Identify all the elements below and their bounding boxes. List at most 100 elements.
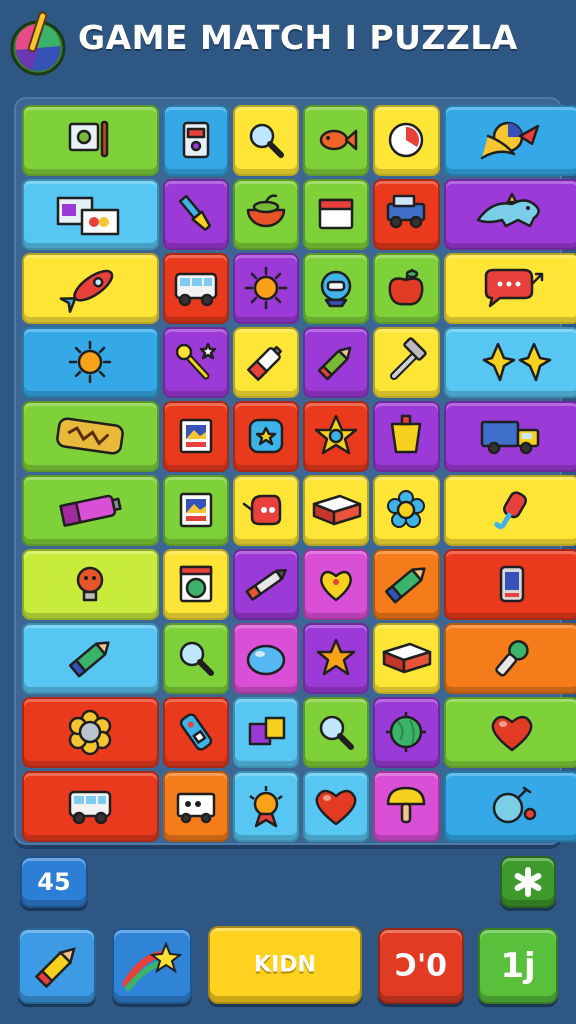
heart-icon: [315, 790, 357, 826]
tile-blue-square[interactable]: [232, 401, 299, 472]
tile-mushroom[interactable]: [373, 771, 440, 842]
score-display: Ɔ'0: [378, 928, 464, 1004]
tile-bus[interactable]: [162, 253, 229, 324]
asterisk-button[interactable]: [500, 856, 556, 908]
tile-star-badge[interactable]: [303, 401, 370, 472]
tile-magnifier[interactable]: [303, 697, 370, 768]
level-label: 1j: [500, 946, 536, 986]
box-icon: [312, 495, 362, 526]
tile-crayon[interactable]: [373, 549, 440, 620]
lightbulb-icon: [77, 567, 104, 602]
tile-popsicle[interactable]: [443, 475, 576, 546]
tile-sign-plate[interactable]: [22, 401, 159, 472]
tile-magnifier[interactable]: [232, 105, 299, 176]
tile-phone[interactable]: [443, 549, 576, 620]
tile-water-drop[interactable]: [232, 623, 299, 694]
kidn-label: KIDN: [254, 952, 316, 978]
flower-gem-icon: [69, 710, 112, 756]
tile-dinosaur[interactable]: [443, 179, 576, 250]
heart-icon: [491, 716, 533, 752]
tile-sun[interactable]: [232, 253, 299, 324]
tile-remote[interactable]: [162, 697, 229, 768]
star-badge-icon: [314, 415, 358, 455]
tile-magnifier[interactable]: [162, 623, 229, 694]
tile-sun-medal[interactable]: [232, 771, 299, 842]
tile-jeep[interactable]: [373, 179, 440, 250]
tile-clock[interactable]: [373, 105, 440, 176]
tile-fish-ball[interactable]: [443, 105, 576, 176]
tile-crayon[interactable]: [22, 623, 159, 694]
globe-icon: [386, 712, 427, 753]
tile-photo-cards[interactable]: [22, 179, 159, 250]
tile-battery-roll[interactable]: [22, 475, 159, 546]
tile-robot-helmet[interactable]: [303, 253, 370, 324]
microphone-icon: [495, 640, 529, 677]
pencil-icon: [34, 947, 76, 989]
tile-cart[interactable]: [162, 771, 229, 842]
magnifier-icon: [319, 716, 355, 751]
pencil-button[interactable]: [18, 928, 96, 1004]
sun-icon: [69, 341, 112, 384]
cart-icon: [176, 793, 215, 824]
tile-hammer[interactable]: [373, 327, 440, 398]
water-drop-icon: [246, 645, 286, 676]
photo-cards-icon: [57, 197, 120, 236]
tile-star[interactable]: [303, 623, 370, 694]
header: GAME MATCH I PUZZLA: [0, 0, 576, 90]
shooting-star-button[interactable]: [112, 928, 192, 1004]
tile-marker[interactable]: [303, 327, 370, 398]
score-label: Ɔ'0: [394, 948, 448, 984]
tile-globe[interactable]: [373, 697, 440, 768]
asterisk-icon: [514, 867, 542, 897]
tile-lightbulb[interactable]: [22, 549, 159, 620]
tile-sun[interactable]: [22, 327, 159, 398]
paintbrush-globe-icon: [10, 10, 68, 78]
tile-box[interactable]: [373, 623, 440, 694]
marker-icon: [317, 346, 352, 381]
tile-apple[interactable]: [373, 253, 440, 324]
tile-heart[interactable]: [303, 771, 370, 842]
kidn-button[interactable]: KIDN: [208, 926, 362, 1004]
bus-icon: [69, 791, 112, 825]
tile-heart-badge[interactable]: [303, 549, 370, 620]
phone-icon: [499, 566, 524, 603]
speech-bubble-icon: [484, 269, 543, 308]
tile-picture-easel[interactable]: [22, 105, 159, 176]
tile-calendar[interactable]: [303, 179, 370, 250]
tile-flower-gem[interactable]: [22, 697, 159, 768]
tile-rocket[interactable]: [22, 253, 159, 324]
truck-icon: [480, 421, 539, 455]
clock-icon: [389, 123, 424, 158]
tile-bomb[interactable]: [443, 771, 576, 842]
battery-roll-icon: [59, 494, 122, 528]
tile-teapot[interactable]: [232, 475, 299, 546]
tile-box[interactable]: [303, 475, 370, 546]
tile-paintbrush[interactable]: [162, 179, 229, 250]
tile-battery[interactable]: [232, 327, 299, 398]
tile-magic-wand[interactable]: [162, 327, 229, 398]
crayon-icon: [385, 567, 427, 604]
cubes-icon: [248, 717, 286, 746]
apple-icon: [388, 269, 424, 306]
tile-fish[interactable]: [303, 105, 370, 176]
tile-bowl[interactable]: [232, 179, 299, 250]
moves-counter: 45: [20, 856, 88, 908]
tile-photo-frame[interactable]: [162, 475, 229, 546]
magnifier-icon: [249, 124, 284, 159]
tile-pen[interactable]: [232, 549, 299, 620]
tile-flower[interactable]: [373, 475, 440, 546]
tile-heart[interactable]: [443, 697, 576, 768]
fish-icon: [319, 130, 358, 151]
tile-cubes[interactable]: [232, 697, 299, 768]
level-button[interactable]: 1j: [478, 928, 558, 1004]
tile-cup[interactable]: [373, 401, 440, 472]
tile-speech-bubble[interactable]: [443, 253, 576, 324]
tile-truck[interactable]: [443, 401, 576, 472]
tile-washing-machine[interactable]: [162, 549, 229, 620]
tile-bus[interactable]: [22, 771, 159, 842]
tile-stars[interactable]: [443, 327, 576, 398]
tile-photo-frame[interactable]: [162, 401, 229, 472]
tile-phone-card[interactable]: [162, 105, 229, 176]
mushroom-icon: [387, 787, 426, 824]
tile-microphone[interactable]: [443, 623, 576, 694]
